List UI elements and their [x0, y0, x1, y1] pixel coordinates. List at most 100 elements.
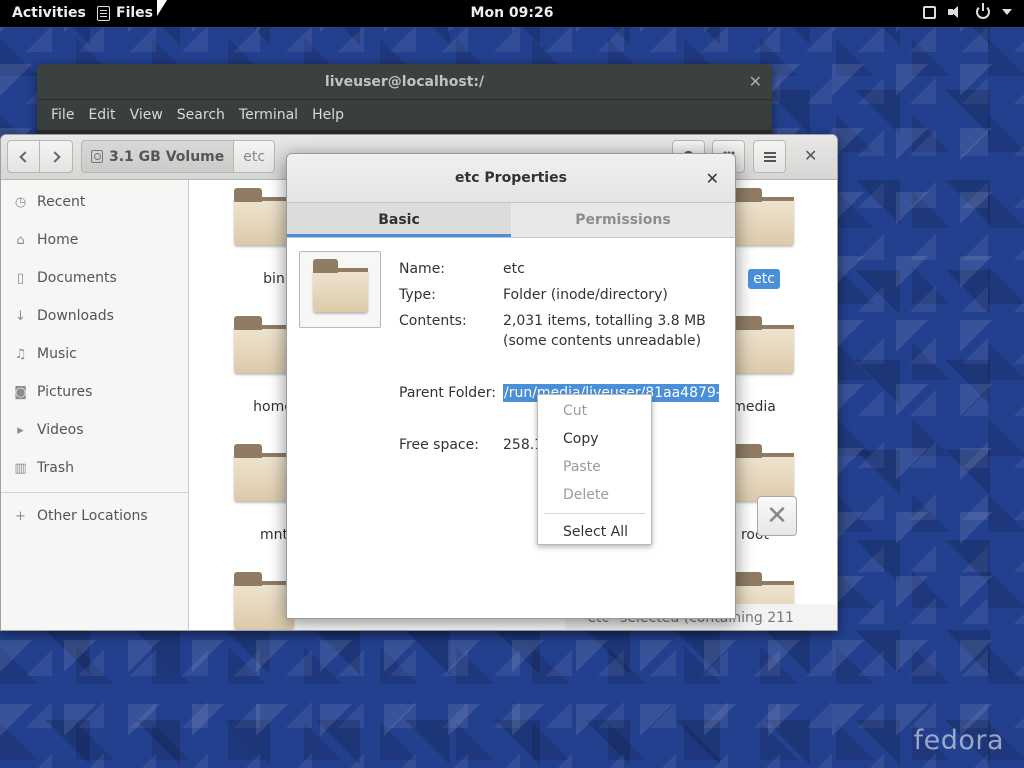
camera-icon: ◙ — [14, 384, 27, 400]
sidebar-item-other-locations[interactable]: + Other Locations — [1, 497, 188, 535]
folder-name: bin — [263, 271, 285, 287]
name-label: Name: — [399, 261, 446, 277]
plus-icon: + — [15, 508, 26, 524]
menu-item-delete[interactable]: Delete — [538, 481, 651, 509]
download-icon: ↓ — [15, 308, 26, 324]
parent-folder-label: Parent Folder: — [399, 385, 497, 401]
chevron-right-icon — [48, 150, 61, 163]
sidebar-item-music[interactable]: ♫ Music — [1, 335, 188, 373]
folder-name: mnt — [260, 527, 288, 543]
places-sidebar: ◷ Recent ⌂ Home ▯ Documents ↓ Downloads … — [1, 180, 189, 630]
music-icon: ♫ — [14, 346, 27, 362]
contents-note: (some contents unreadable) — [503, 333, 702, 349]
tab-basic[interactable]: Basic — [287, 203, 511, 237]
menu-item-paste[interactable]: Paste — [538, 453, 651, 481]
fedora-logo: fedora — [913, 725, 1004, 756]
drive-icon — [91, 150, 103, 163]
folder-icon — [234, 316, 294, 373]
dialog-tabs: Basic Permissions — [287, 203, 735, 238]
menu-view[interactable]: View — [123, 100, 170, 130]
menu-help[interactable]: Help — [305, 100, 351, 130]
chevron-down-icon — [1002, 9, 1012, 15]
close-icon[interactable]: ✕ — [804, 146, 817, 165]
navigation-buttons — [7, 140, 73, 173]
contents-label: Contents: — [399, 313, 467, 329]
folder-icon — [734, 444, 794, 501]
hamburger-menu-icon — [763, 155, 776, 158]
folder-icon — [313, 259, 368, 312]
properties-dialog[interactable]: etc Properties ✕ Basic Permissions Name:… — [286, 153, 736, 619]
name-value: etc — [503, 261, 525, 277]
home-icon: ⌂ — [16, 232, 25, 248]
tab-permissions[interactable]: Permissions — [511, 203, 735, 237]
folder-item-home[interactable]: home — [190, 308, 294, 428]
close-icon[interactable]: ✕ — [749, 64, 762, 100]
sidebar-item-label: Videos — [37, 422, 84, 438]
path-volume-button[interactable]: 3.1 GB Volume — [81, 140, 235, 173]
menu-divider — [544, 513, 645, 514]
context-menu: Cut Copy Paste Delete Select All — [537, 394, 652, 545]
close-icon: ✕ — [766, 501, 788, 531]
clock-container: Mon 09:26 — [0, 5, 1024, 21]
close-button[interactable]: ✕ — [757, 496, 797, 536]
folder-icon — [234, 444, 294, 501]
path-volume-label: 3.1 GB Volume — [109, 148, 225, 165]
path-current-button[interactable]: etc — [234, 140, 276, 173]
sidebar-item-recent[interactable]: ◷ Recent — [1, 183, 188, 221]
terminal-window[interactable]: liveuser@localhost:/ ✕ File Edit View Se… — [37, 64, 772, 144]
close-icon[interactable]: ✕ — [706, 154, 719, 203]
sidebar-item-label: Documents — [37, 270, 117, 286]
folder-icon — [734, 316, 794, 373]
app-menu[interactable]: Files — [97, 5, 153, 21]
terminal-title: liveuser@localhost:/ — [324, 74, 485, 90]
folder-item-bin[interactable]: bin — [190, 180, 294, 300]
free-space-label: Free space: — [399, 437, 479, 453]
type-label: Type: — [399, 287, 436, 303]
folder-icon — [734, 188, 794, 245]
sidebar-item-videos[interactable]: ▸ Videos — [1, 411, 188, 449]
power-icon — [976, 3, 990, 19]
menu-item-cut[interactable]: Cut — [538, 397, 651, 425]
activities-button[interactable]: Activities — [12, 5, 86, 21]
sidebar-divider — [1, 492, 188, 493]
sidebar-item-label: Music — [37, 346, 77, 362]
sidebar-item-label: Other Locations — [37, 508, 148, 524]
sidebar-item-trash[interactable]: ▥ Trash — [1, 449, 188, 487]
document-icon: ▯ — [16, 270, 25, 286]
sidebar-item-label: Pictures — [37, 384, 93, 400]
menu-terminal[interactable]: Terminal — [232, 100, 305, 130]
sidebar-item-label: Downloads — [37, 308, 114, 324]
mouse-pointer-icon — [157, 0, 167, 16]
back-button[interactable] — [7, 140, 40, 173]
terminal-titlebar[interactable]: liveuser@localhost:/ ✕ — [37, 64, 772, 100]
forward-button[interactable] — [40, 140, 73, 173]
folder-item-partial[interactable] — [190, 564, 294, 630]
dialog-titlebar[interactable]: etc Properties ✕ — [287, 154, 735, 203]
sidebar-item-downloads[interactable]: ↓ Downloads — [1, 297, 188, 335]
folder-icon — [234, 188, 294, 245]
dialog-title: etc Properties — [455, 170, 567, 186]
video-icon: ▸ — [17, 422, 24, 438]
dialog-content: Name: etc Type: Folder (inode/directory)… — [287, 238, 735, 618]
folder-item-mnt[interactable]: mnt — [190, 436, 294, 556]
sidebar-item-label: Recent — [37, 194, 86, 210]
clock-icon: ◷ — [14, 194, 27, 210]
volume-icon — [948, 5, 964, 19]
clock[interactable]: Mon 09:26 — [471, 5, 554, 21]
sidebar-item-pictures[interactable]: ◙ Pictures — [1, 373, 188, 411]
menu-button[interactable] — [753, 140, 786, 173]
folder-icon — [234, 572, 294, 629]
system-tray[interactable] — [923, 3, 1012, 19]
menu-search[interactable]: Search — [170, 100, 232, 130]
chevron-left-icon — [19, 150, 31, 163]
sidebar-item-documents[interactable]: ▯ Documents — [1, 259, 188, 297]
menu-item-copy[interactable]: Copy — [538, 425, 651, 453]
menu-item-select-all[interactable]: Select All — [538, 518, 651, 546]
contents-value: 2,031 items, totalling 3.8 MB — [503, 313, 706, 329]
trash-icon: ▥ — [14, 460, 27, 476]
menu-edit[interactable]: Edit — [81, 100, 122, 130]
folder-preview[interactable] — [299, 251, 381, 328]
menu-file[interactable]: File — [44, 100, 81, 130]
app-menu-label: Files — [116, 5, 153, 21]
sidebar-item-home[interactable]: ⌂ Home — [1, 221, 188, 259]
